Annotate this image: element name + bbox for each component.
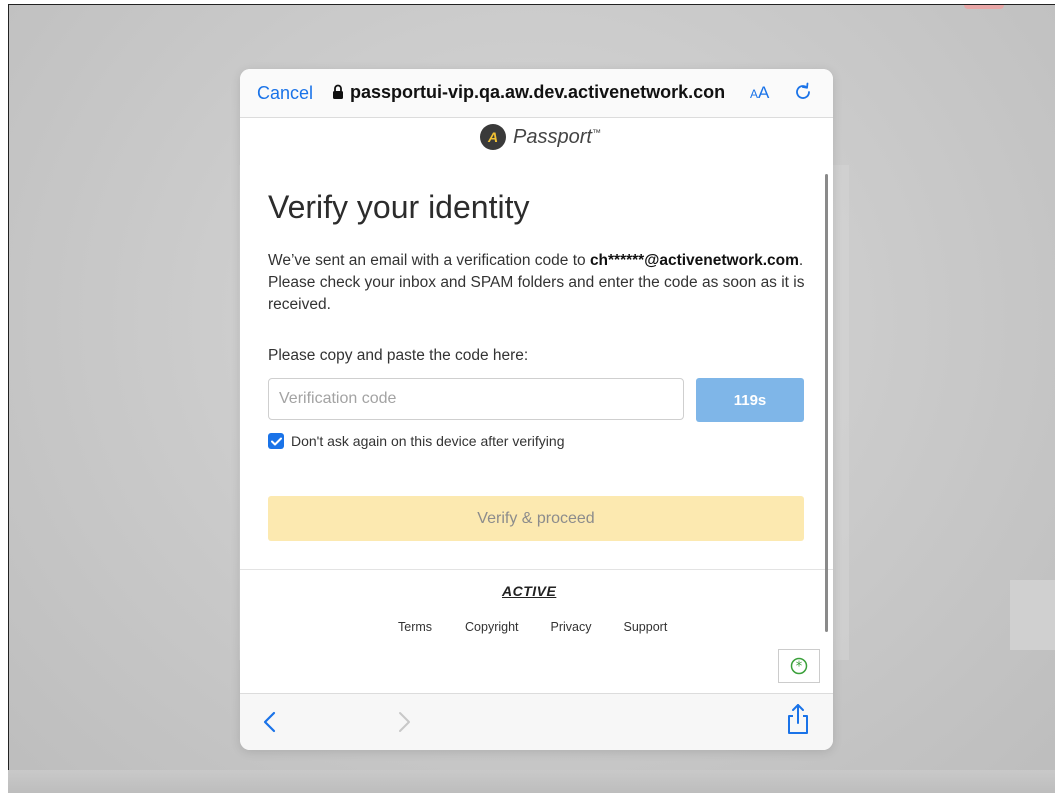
svg-text:*: *: [796, 660, 803, 675]
browser-sheet: Cancel passportui-vip.qa.aw.dev.activene…: [240, 69, 833, 750]
chevron-left-icon[interactable]: [260, 710, 282, 734]
text-size-big-label: A: [758, 83, 770, 102]
lock-icon: [333, 84, 343, 99]
share-icon[interactable]: [784, 702, 812, 736]
remember-device-label: Don't ask again on this device after ver…: [291, 433, 565, 449]
help-star-icon: *: [790, 657, 808, 675]
desc-text-before: We’ve sent an email with a verification …: [268, 252, 590, 269]
cancel-button[interactable]: Cancel: [257, 83, 313, 104]
scrollbar[interactable]: [825, 174, 828, 632]
footer-link-copyright[interactable]: Copyright: [465, 620, 519, 634]
browser-toolbar: [240, 693, 833, 750]
verification-description: We’ve sent an email with a verification …: [268, 250, 808, 316]
background-strip: [8, 770, 1055, 793]
passport-tm: ™: [591, 126, 601, 137]
verification-code-input[interactable]: [268, 378, 684, 420]
footer-link-support[interactable]: Support: [624, 620, 668, 634]
passport-badge-icon: A: [480, 124, 506, 150]
chevron-right-icon[interactable]: [392, 710, 414, 734]
footer-divider: [240, 569, 833, 570]
footer-link-terms[interactable]: Terms: [398, 620, 432, 634]
resend-timer-button[interactable]: 119s: [696, 378, 804, 422]
text-size-button[interactable]: AA: [750, 83, 769, 103]
reload-icon[interactable]: [792, 81, 814, 103]
checkmark-icon: [270, 437, 282, 445]
footer-links: Terms Copyright Privacy Support: [398, 620, 667, 634]
page-title: Verify your identity: [268, 189, 530, 225]
passport-logo: A Passport™: [480, 123, 601, 151]
remember-device-row[interactable]: Don't ask again on this device after ver…: [268, 433, 565, 449]
remember-device-checkbox[interactable]: [268, 433, 284, 449]
text-size-small-label: A: [750, 87, 759, 101]
active-network-logo: ACTIVE: [502, 583, 557, 599]
passport-name-text: Passport: [513, 125, 592, 148]
url-text[interactable]: passportui-vip.qa.aw.dev.activenetwork.c…: [350, 82, 738, 103]
url-bar: Cancel passportui-vip.qa.aw.dev.activene…: [240, 69, 833, 118]
code-prompt: Please copy and paste the code here:: [268, 347, 529, 364]
background-block: [1010, 580, 1055, 650]
background-accent: [964, 5, 1004, 9]
verify-proceed-button[interactable]: Verify & proceed: [268, 496, 804, 541]
masked-email: ch******@activenetwork.com: [589, 252, 799, 269]
help-button[interactable]: *: [778, 649, 820, 683]
footer-link-privacy[interactable]: Privacy: [551, 620, 592, 634]
passport-name: Passport™: [513, 126, 601, 149]
